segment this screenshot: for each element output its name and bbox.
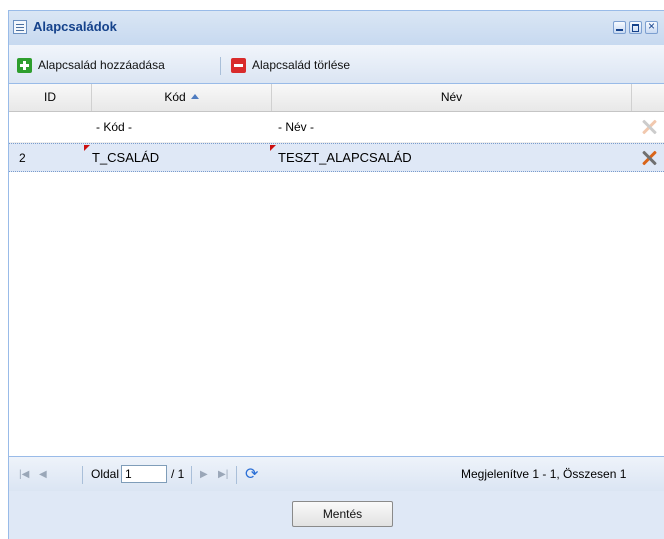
add-family-button[interactable]: Alapcsalád hozzáadása xyxy=(17,56,165,74)
table-row[interactable]: 2 T_CSALÁD TESZT_ALAPCSALÁD xyxy=(9,143,664,172)
row-nev[interactable]: TESZT_ALAPCSALÁD xyxy=(270,144,412,171)
page-label: Oldal xyxy=(91,467,120,481)
toolbar-separator xyxy=(220,57,221,75)
dirty-marker xyxy=(270,145,276,151)
column-header-kod[interactable]: Kód xyxy=(92,84,272,111)
minimize-button[interactable] xyxy=(613,21,626,34)
delete-family-button[interactable]: Alapcsalád törlése xyxy=(231,56,350,74)
paging-toolbar: |◀ ◀ Oldal / 1 ▶ ▶| ⟳ Megjelenítve 1 - 1… xyxy=(9,456,664,492)
tools-icon xyxy=(640,149,658,167)
alapcsaladok-window: Alapcsaládok Alapcsalád hozzáadása Alapc… xyxy=(8,10,664,539)
row-edit-button[interactable] xyxy=(632,144,664,171)
filter-tools-cell xyxy=(632,112,664,142)
row-id: 2 xyxy=(19,150,26,165)
tools-icon xyxy=(640,118,658,136)
window-title: Alapcsaládok xyxy=(33,19,117,34)
plus-icon xyxy=(17,57,32,73)
delete-family-label: Alapcsalád törlése xyxy=(252,58,351,72)
filter-row: - Kód - - Név - xyxy=(9,112,664,143)
families-grid: ID Kód Név - Kód - - Név - 2 T_CSALÁD TE… xyxy=(9,84,664,456)
toolbar: Alapcsalád hozzáadása Alapcsalád törlése xyxy=(9,45,664,84)
next-page-icon[interactable]: ▶ xyxy=(200,469,208,480)
page-number-input[interactable] xyxy=(121,465,167,483)
column-header-nev[interactable]: Név xyxy=(272,84,632,111)
first-page-icon[interactable]: |◀ xyxy=(19,469,29,480)
minus-icon xyxy=(231,57,246,73)
pager-separator xyxy=(236,466,237,484)
pager-separator xyxy=(191,466,192,484)
grid-header: ID Kód Név xyxy=(9,84,664,112)
sort-ascending-icon xyxy=(190,94,199,99)
column-header-id[interactable]: ID xyxy=(9,84,92,111)
add-family-label: Alapcsalád hozzáadása xyxy=(38,58,165,72)
last-page-icon[interactable]: ▶| xyxy=(218,469,228,480)
dirty-marker xyxy=(84,145,90,151)
window-titlebar[interactable]: Alapcsaládok xyxy=(9,11,664,45)
filter-kod[interactable]: - Kód - xyxy=(96,112,132,142)
row-kod[interactable]: T_CSALÁD xyxy=(84,144,159,171)
filter-nev[interactable]: - Név - xyxy=(278,112,314,142)
window-footer: Mentés xyxy=(9,491,664,539)
maximize-button[interactable] xyxy=(629,21,642,34)
refresh-icon[interactable]: ⟳ xyxy=(245,464,258,484)
list-icon xyxy=(13,20,27,34)
close-button[interactable] xyxy=(645,19,658,34)
prev-page-icon[interactable]: ◀ xyxy=(39,469,47,480)
page-count: / 1 xyxy=(171,467,185,481)
save-button[interactable]: Mentés xyxy=(292,501,393,527)
display-info: Megjelenítve 1 - 1, Összesen 1 xyxy=(461,467,627,481)
column-header-actions xyxy=(632,84,664,111)
pager-separator xyxy=(82,466,83,484)
